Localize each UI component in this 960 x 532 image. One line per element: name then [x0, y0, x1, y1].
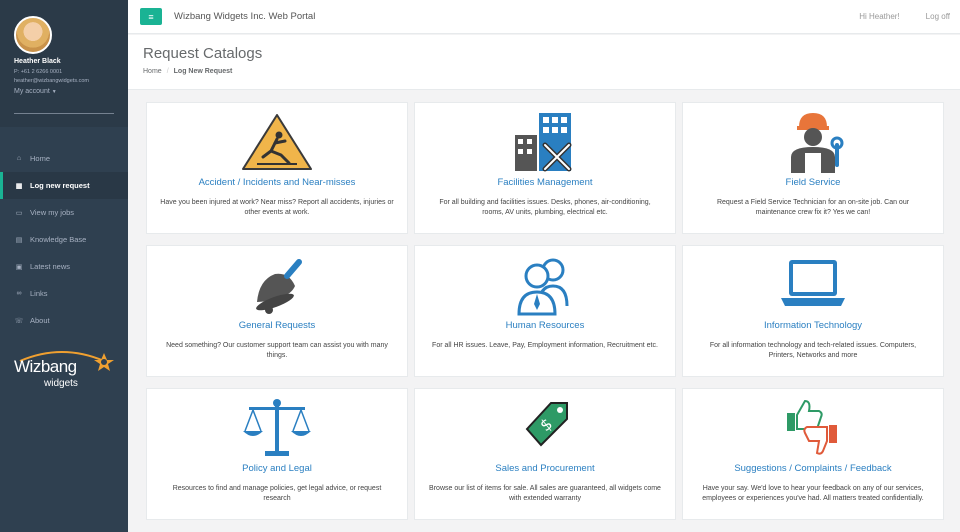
building-tools-icon	[515, 113, 572, 172]
sidebar-item-latest-news[interactable]: ▣ Latest news	[0, 253, 128, 280]
sidebar-item-label: Log new request	[30, 181, 90, 190]
thumbs-icon	[787, 399, 837, 455]
sidebar-item-label: Knowledge Base	[30, 235, 87, 244]
wizbang-logo[interactable]: Wizbang widgets	[12, 345, 122, 395]
technician-icon	[791, 113, 844, 173]
hamburger-icon: ≡	[148, 11, 154, 22]
people-icon	[517, 258, 569, 316]
sidebar-item-label: Home	[30, 154, 51, 163]
warning-slip-icon	[242, 114, 312, 170]
sidebar-item-knowledge-base[interactable]: ▤ Knowledge Base	[0, 226, 128, 253]
catalog-card[interactable]: Field Service Request a Field Service Te…	[682, 102, 944, 234]
greeting-link[interactable]: Hi Heather!	[859, 12, 899, 21]
divider	[14, 113, 114, 114]
book-icon: ▤	[15, 236, 23, 244]
sidebar-item-label: View my jobs	[30, 208, 75, 217]
sidebar-nav: ⌂ Home ▦ Log new request ▭ View my jobs ▤ Kn…	[0, 145, 128, 334]
top-right-links: Hi Heather! Log off	[859, 12, 960, 21]
logo-word: Wizbang	[14, 357, 77, 376]
bell-icon	[256, 259, 302, 314]
profile-name: Heather Black	[14, 58, 61, 65]
catalog-card[interactable]: Human Resources For all HR issues. Leave…	[414, 245, 676, 377]
log-off-link[interactable]: Log off	[926, 12, 950, 21]
portal-title: Wizbang Widgets Inc. Web Portal	[174, 11, 316, 22]
sidebar: Heather Black P: +61 2 6266 0001 heather…	[0, 0, 128, 532]
catalog-description: For all HR issues. Leave, Pay, Employmen…	[432, 342, 658, 349]
catalog-title[interactable]: Facilities Management	[415, 177, 675, 188]
catalog-title[interactable]: Field Service	[683, 177, 943, 188]
catalog-title[interactable]: General Requests	[147, 320, 407, 331]
breadcrumb: Home / Log New Request	[143, 68, 945, 75]
grid-icon: ▦	[15, 182, 23, 190]
price-tag-icon: $	[525, 402, 568, 447]
profile-phone: P: +61 2 6266 0001	[14, 69, 63, 75]
profile-email: heather@wizbangwidgets.com	[14, 78, 89, 84]
catalog-card[interactable]: General Requests Need something? Our cus…	[146, 245, 408, 377]
my-account-dropdown[interactable]: My account ▼	[14, 88, 114, 95]
catalog-description: Request a Field Service Technician for a…	[716, 199, 910, 216]
menu-toggle-button[interactable]: ≡	[140, 8, 162, 25]
catalog-description: Have you been injured at work? Near miss…	[160, 199, 394, 216]
catalog-title[interactable]: Information Technology	[683, 320, 943, 331]
catalog-description: Resources to find and manage policies, g…	[172, 485, 382, 502]
my-account-label: My account	[14, 88, 50, 95]
link-icon: ∞	[16, 290, 22, 297]
page-title: Request Catalogs	[143, 45, 263, 62]
catalog-card[interactable]: Suggestions / Complaints / Feedback Have…	[682, 388, 944, 520]
logo-sub: widgets	[44, 378, 78, 389]
catalog-title[interactable]: Sales and Procurement	[415, 463, 675, 474]
sidebar-item-about[interactable]: ☏ About	[0, 307, 128, 334]
sidebar-item-label: Links	[30, 289, 48, 298]
catalog-card[interactable]: Information Technology For all informati…	[682, 245, 944, 377]
catalog-title[interactable]: Suggestions / Complaints / Feedback	[683, 463, 943, 474]
catalog-description: For all building and facilities issues. …	[439, 199, 651, 216]
page-heading: Request Catalogs Home / Log New Request	[128, 35, 960, 90]
sidebar-item-log-new-request[interactable]: ▦ Log new request	[0, 172, 128, 199]
catalog-description: Have your say. We'd love to hear your fe…	[702, 485, 924, 502]
catalog-card[interactable]: Accident / Incidents and Near-misses Hav…	[146, 102, 408, 234]
top-navbar: ≡ Wizbang Widgets Inc. Web Portal Hi Hea…	[128, 0, 960, 34]
breadcrumb-separator: /	[166, 68, 169, 75]
breadcrumb-current: Log New Request	[173, 68, 233, 75]
home-icon: ⌂	[16, 155, 22, 162]
caret-down-icon: ▼	[51, 89, 57, 95]
sidebar-item-home[interactable]: ⌂ Home	[0, 145, 128, 172]
scales-icon	[243, 399, 311, 456]
laptop-icon	[781, 260, 845, 306]
sidebar-item-links[interactable]: ∞ Links	[0, 280, 128, 307]
breadcrumb-home[interactable]: Home	[143, 68, 162, 75]
catalog-card[interactable]: Policy and Legal Resources to find and m…	[146, 388, 408, 520]
newspaper-icon: ▣	[15, 263, 23, 271]
catalog-description: Browse our list of items for sale. All s…	[429, 485, 661, 502]
avatar[interactable]	[14, 16, 52, 54]
catalog-title[interactable]: Policy and Legal	[147, 463, 407, 474]
catalog-description: Need something? Our customer support tea…	[166, 342, 388, 359]
catalog-title[interactable]: Accident / Incidents and Near-misses	[147, 177, 407, 188]
catalog-grid: Accident / Incidents and Near-misses Hav…	[146, 102, 944, 532]
sidebar-item-view-my-jobs[interactable]: ▭ View my jobs	[0, 199, 128, 226]
sidebar-item-label: About	[30, 316, 50, 325]
catalog-title[interactable]: Human Resources	[415, 320, 675, 331]
phone-icon: ☏	[14, 317, 24, 325]
sidebar-item-label: Latest news	[30, 262, 71, 271]
catalog-card[interactable]: $ Sales and Procurement Browse our list …	[414, 388, 676, 520]
profile-panel: Heather Black P: +61 2 6266 0001 heather…	[0, 0, 128, 127]
monitor-icon: ▭	[15, 209, 23, 217]
catalog-description: For all information technology and tech-…	[709, 342, 917, 359]
catalog-card[interactable]: Facilities Management For all building a…	[414, 102, 676, 234]
